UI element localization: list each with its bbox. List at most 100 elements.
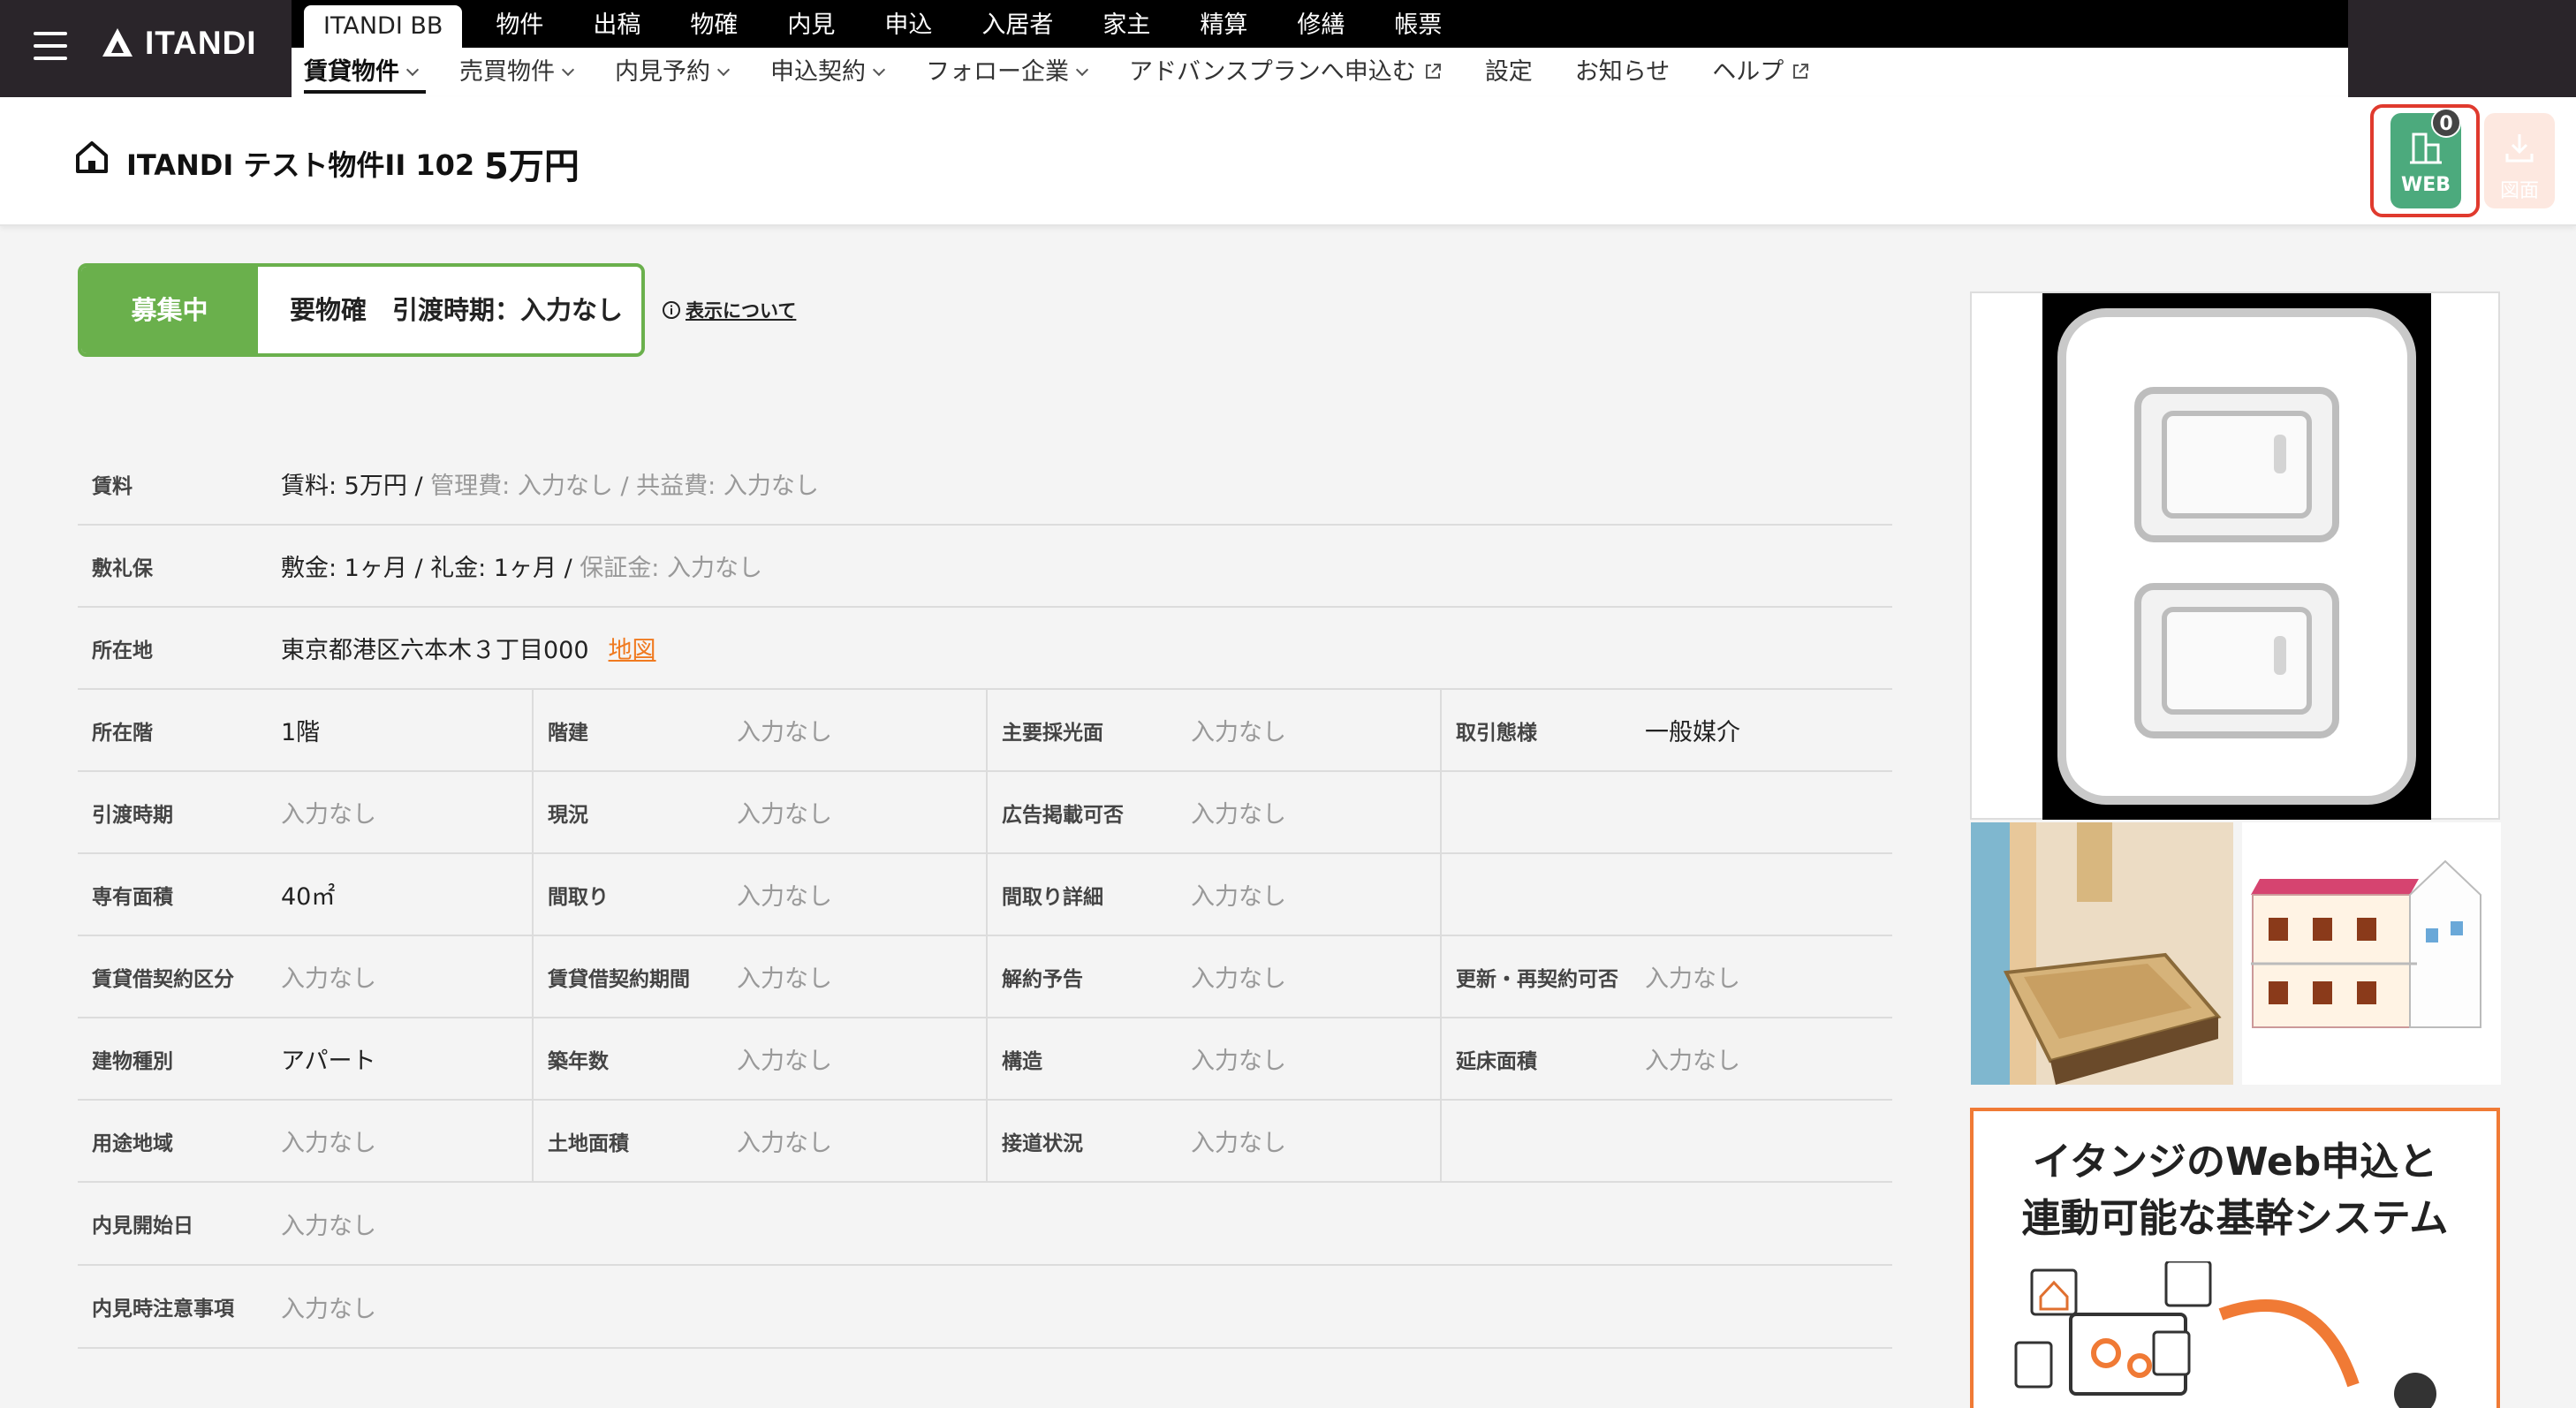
promo-banner[interactable]: イタンジのWeb申込と 連動可能な基幹システム bbox=[1970, 1108, 2500, 1408]
detail-value: 入力なし bbox=[281, 965, 376, 993]
tab-0[interactable]: ITANDI BB bbox=[304, 5, 463, 48]
detail-cell bbox=[1440, 1101, 1892, 1181]
detail-label: 更新・再契約可否 bbox=[1456, 967, 1618, 991]
display-info-label: 表示について bbox=[686, 300, 797, 322]
subnav-label: 売買物件 bbox=[459, 58, 555, 86]
subnav-label: 内見予約 bbox=[615, 58, 710, 86]
detail-value: 入力なし bbox=[737, 801, 832, 829]
detail-row: 引渡時期 入力なし 現況 入力なし 広告掲載可否 入力なし bbox=[78, 772, 1892, 854]
viewing-start-value: 入力なし bbox=[281, 1212, 376, 1240]
detail-cell: 専有面積 40㎡ bbox=[78, 854, 532, 935]
detail-label: 延床面積 bbox=[1456, 1049, 1537, 1073]
subnav-item-5[interactable]: アドバンスプランへ申込む bbox=[1108, 48, 1464, 97]
detail-cell: 現況 入力なし bbox=[532, 772, 986, 852]
tab-7[interactable]: 家主 bbox=[1078, 0, 1175, 48]
rent-amount: 賃料: 5万円 bbox=[281, 473, 407, 500]
detail-cell: 間取り詳細 入力なし bbox=[986, 854, 1440, 935]
tab-1[interactable]: 物件 bbox=[471, 0, 568, 48]
tab-6[interactable]: 入居者 bbox=[957, 0, 1078, 48]
bedroom-thumbnail[interactable] bbox=[1971, 822, 2233, 1085]
detail-label: 専有面積 bbox=[92, 885, 173, 909]
tab-8[interactable]: 精算 bbox=[1175, 0, 1272, 48]
detail-cell: 引渡時期 入力なし bbox=[78, 772, 532, 852]
address-value: 東京都港区六本木３丁目000 地図 bbox=[281, 631, 656, 665]
detail-value: 一般媒介 bbox=[1645, 719, 1740, 746]
tab-9[interactable]: 修繕 bbox=[1272, 0, 1369, 48]
tab-10[interactable]: 帳票 bbox=[1369, 0, 1466, 48]
subnav-item-1[interactable]: 売買物件 bbox=[438, 48, 594, 97]
top-navigation-bar: ITANDI ITANDI BB 物件 出稿 物確 内見 申込 入居者 家主 精算 修繕 帳票 賃貸… bbox=[0, 0, 2576, 97]
detail-label: 賃貸借契約期間 bbox=[548, 967, 690, 991]
deposit-row: 敷礼保 敷金: 1ヶ月 / 礼金: 1ヶ月 / 保証金: 入力なし bbox=[78, 526, 1892, 608]
detail-value: 入力なし bbox=[737, 883, 832, 911]
detail-label: 主要採光面 bbox=[1002, 721, 1103, 745]
separator: / bbox=[620, 473, 629, 500]
detail-label: 所在階 bbox=[92, 721, 153, 745]
tab-5[interactable]: 申込 bbox=[860, 0, 957, 48]
chevron-down-icon bbox=[405, 63, 420, 77]
subnav-label: 申込契約 bbox=[770, 58, 866, 86]
external-link-icon bbox=[1793, 64, 1809, 79]
display-info-link[interactable]: 表示について bbox=[661, 297, 796, 323]
detail-label: 解約予告 bbox=[1002, 967, 1083, 991]
detail-value: 入力なし bbox=[1191, 719, 1286, 746]
detail-value: 入力なし bbox=[1191, 801, 1286, 829]
chevron-down-icon bbox=[872, 63, 886, 77]
detail-label: 築年数 bbox=[548, 1049, 609, 1073]
detail-label: 広告掲載可否 bbox=[1002, 803, 1124, 827]
management-fee: 管理費: 入力なし bbox=[430, 473, 613, 500]
viewing-start-label: 内見開始日 bbox=[92, 1215, 193, 1238]
main-property-image[interactable] bbox=[1970, 291, 2500, 820]
detail-cell bbox=[1440, 772, 1892, 852]
detail-cell: 延床面積 入力なし bbox=[1440, 1018, 1892, 1099]
detail-cell: 構造 入力なし bbox=[986, 1018, 1440, 1099]
status-text: 要物確 引渡時期：入力なし bbox=[290, 295, 624, 325]
subnav-item-3[interactable]: 申込契約 bbox=[749, 48, 905, 97]
property-rent: 5万円 bbox=[484, 147, 580, 187]
detail-row: 賃貸借契約区分 入力なし 賃貸借契約期間 入力なし 解約予告 入力なし 更新・再契約可否 入力… bbox=[78, 936, 1892, 1018]
detail-value: 40㎡ bbox=[281, 883, 336, 911]
detail-cell bbox=[1440, 854, 1892, 935]
detail-label: 現況 bbox=[548, 803, 588, 827]
detail-value: 入力なし bbox=[1191, 1130, 1286, 1157]
detail-row: 建物種別 アパート 築年数 入力なし 構造 入力なし 延床面積 入力なし bbox=[78, 1018, 1892, 1101]
address-row: 所在地 東京都港区六本木３丁目000 地図 bbox=[78, 608, 1892, 690]
separator: / bbox=[414, 473, 423, 500]
detail-label: 土地面積 bbox=[548, 1132, 629, 1155]
detail-label: 建物種別 bbox=[92, 1049, 173, 1073]
subnav-item-7[interactable]: お知らせ bbox=[1554, 48, 1691, 97]
detail-cell: 用途地域 入力なし bbox=[78, 1101, 532, 1181]
subnav-item-4[interactable]: フォロー企業 bbox=[905, 48, 1108, 97]
light-switch-image bbox=[2042, 293, 2431, 820]
tab-3[interactable]: 物確 bbox=[665, 0, 762, 48]
subnav-item-6[interactable]: 設定 bbox=[1464, 48, 1554, 97]
subnav-label: 賃貸物件 bbox=[304, 58, 399, 86]
floorplan-download-button[interactable]: 図面 bbox=[2484, 113, 2555, 208]
tab-2[interactable]: 出稿 bbox=[568, 0, 665, 48]
subnav-item-2[interactable]: 内見予約 bbox=[594, 48, 749, 97]
detail-value: 入力なし bbox=[1191, 883, 1286, 911]
guarantee-deposit: 保証金: 入力なし bbox=[580, 555, 762, 582]
property-header: ITANDI テスト物件II 102 5万円 bbox=[0, 97, 2576, 226]
map-link[interactable]: 地図 bbox=[609, 637, 656, 664]
subnav-item-8[interactable]: ヘルプ bbox=[1691, 48, 1831, 97]
detail-label: 取引態様 bbox=[1456, 721, 1537, 745]
detail-value: 入力なし bbox=[281, 801, 376, 829]
detail-value: 入力なし bbox=[1191, 1048, 1286, 1075]
apartment-thumbnail[interactable] bbox=[2242, 822, 2501, 1085]
promo-title-line1: イタンジのWeb申込と bbox=[2032, 1139, 2438, 1185]
external-link-icon bbox=[1425, 64, 1441, 79]
detail-row: 所在階 1階 階建 入力なし 主要採光面 入力なし 取引態様 一般媒介 bbox=[78, 690, 1892, 772]
detail-label: 階建 bbox=[548, 721, 588, 745]
subnav-item-0[interactable]: 賃貸物件 bbox=[292, 48, 438, 97]
detail-label: 用途地域 bbox=[92, 1132, 173, 1155]
floorplan-button-label: 図面 bbox=[2499, 180, 2539, 202]
hamburger-menu-icon[interactable] bbox=[34, 32, 67, 62]
viewing-notes-value: 入力なし bbox=[281, 1295, 376, 1323]
detail-value: アパート bbox=[281, 1048, 376, 1075]
detail-label: 接道状況 bbox=[1002, 1132, 1083, 1155]
tab-4[interactable]: 内見 bbox=[762, 0, 860, 48]
property-name: ITANDI テスト物件II 102 bbox=[126, 148, 475, 182]
detail-cell: 解約予告 入力なし bbox=[986, 936, 1440, 1017]
itandi-logo[interactable]: ITANDI bbox=[99, 25, 257, 62]
